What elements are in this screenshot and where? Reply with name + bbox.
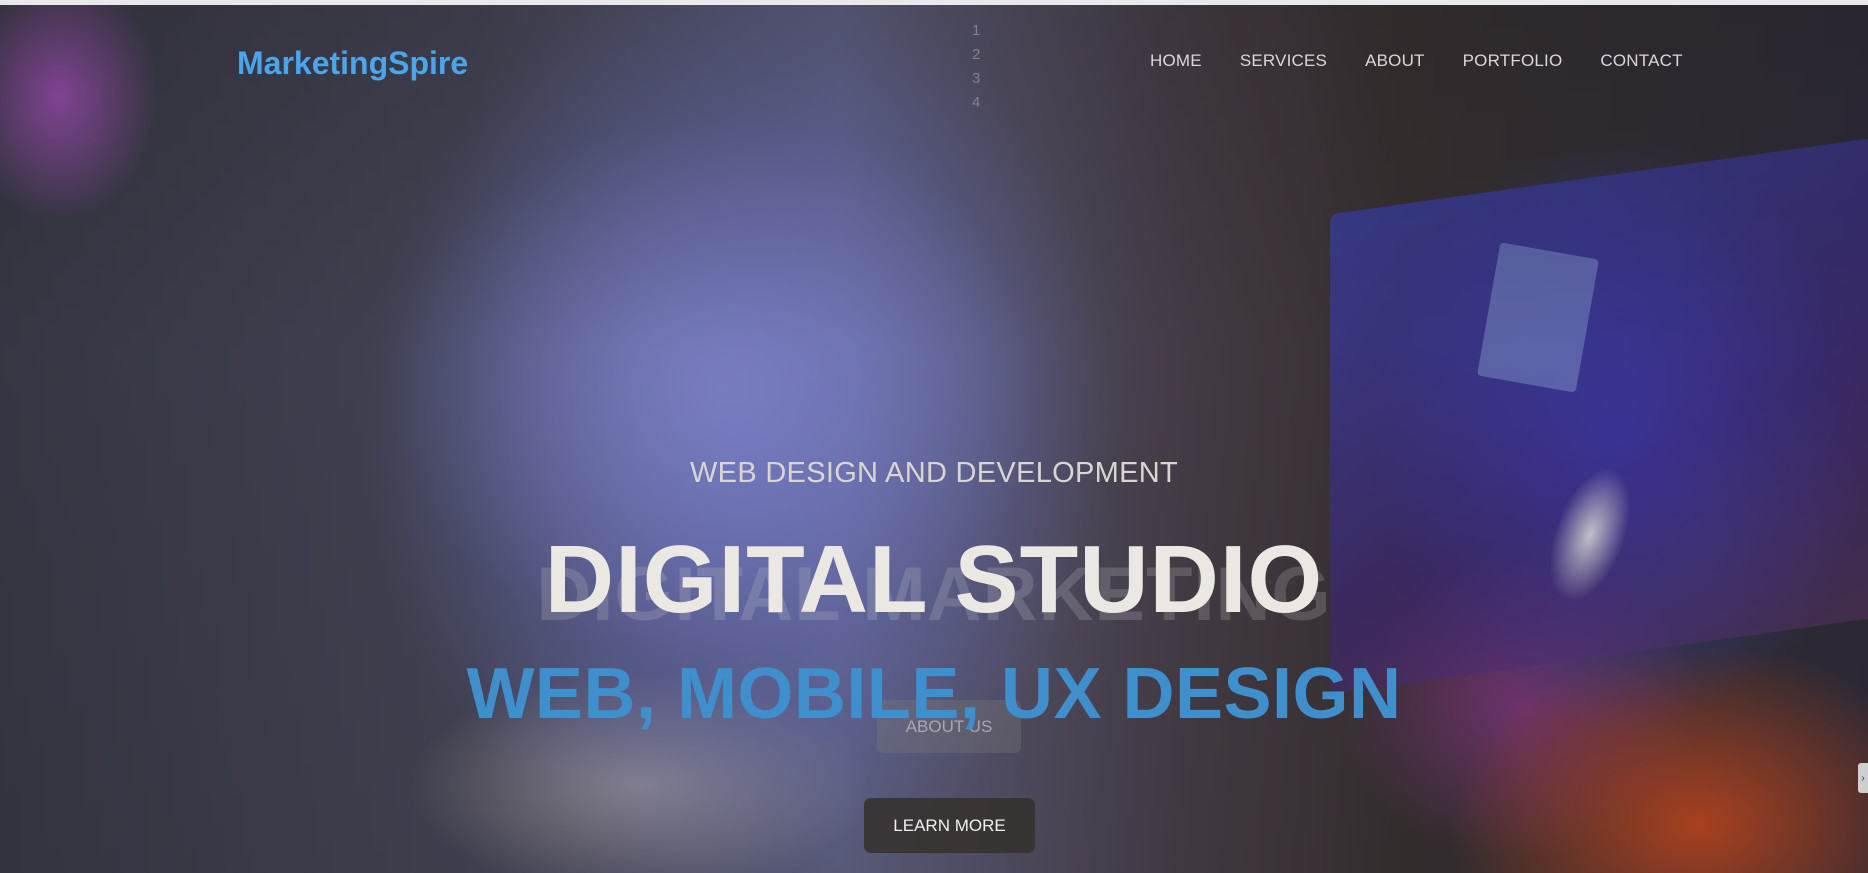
nav-item-about[interactable]: ABOUT [1365, 51, 1425, 71]
main-nav: HOME SERVICES ABOUT PORTFOLIO CONTACT [1150, 51, 1683, 71]
slider-indicators: 1 2 3 4 [972, 21, 984, 113]
nav-item-home[interactable]: HOME [1150, 51, 1202, 71]
slider-indicator[interactable]: 2 [972, 45, 984, 65]
brand-logo[interactable]: MarketingSpire [237, 45, 468, 82]
hero-tagline: WEB, MOBILE, UX DESIGN [466, 654, 1402, 734]
hero-section: MarketingSpire 1 2 3 4 HOME SERVICES ABO… [0, 5, 1868, 873]
hero-title: DIGITAL STUDIO [544, 526, 1324, 633]
nav-item-contact[interactable]: CONTACT [1600, 51, 1682, 71]
hero-subtitle: WEB DESIGN AND DEVELOPMENT [690, 457, 1178, 489]
nav-item-services[interactable]: SERVICES [1240, 51, 1327, 71]
slider-indicator[interactable]: 1 [972, 21, 984, 41]
slider-indicator[interactable]: 4 [972, 93, 984, 113]
slider-indicator[interactable]: 3 [972, 69, 984, 89]
top-navbar: MarketingSpire 1 2 3 4 HOME SERVICES ABO… [0, 5, 1868, 115]
nav-item-portfolio[interactable]: PORTFOLIO [1463, 51, 1563, 71]
chevron-right-icon[interactable]: › [1858, 763, 1868, 793]
learn-more-button[interactable]: LEARN MORE [864, 798, 1035, 853]
